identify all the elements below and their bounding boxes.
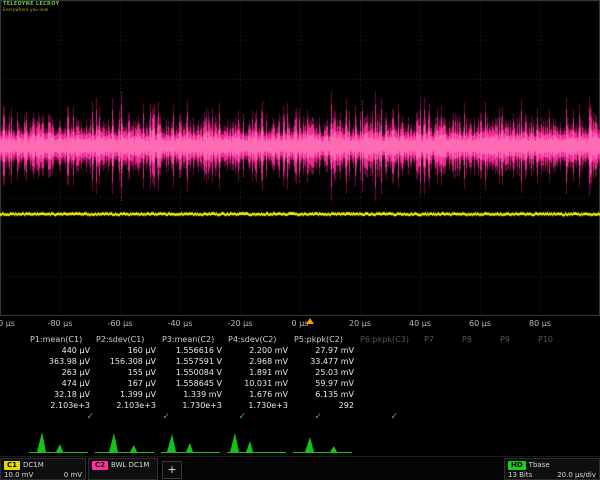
timebase-label: Tbase [529, 461, 550, 469]
param-value: 1.556616 V [160, 346, 226, 355]
param-value: 155 µV [94, 368, 160, 377]
time-axis-label: -60 µs [108, 319, 133, 328]
c2-chip: C2 [92, 461, 108, 470]
param-histicon [226, 429, 288, 455]
channel-descriptor-c1[interactable]: C1 DC1M 10.0 mV 0 mV [0, 458, 86, 480]
param-value: 1.339 mV [160, 390, 226, 399]
param-stat-row: 2.103e+32.103e+31.730e+31.730e+3292 [0, 400, 600, 411]
param-value: 1.676 mV [226, 390, 292, 399]
param-header[interactable]: P1:mean(C1) [28, 335, 94, 344]
param-value: 10.031 mV [226, 379, 292, 388]
param-value: 440 µV [28, 346, 94, 355]
param-header[interactable]: P5:pkpk(C2) [292, 335, 358, 344]
param-status-check: ✓ [332, 412, 408, 422]
timebase-descriptor[interactable]: HD Tbase 13 Bits 20.0 µs/div [504, 458, 600, 480]
param-header-inactive[interactable]: P8 [460, 335, 498, 344]
time-axis-label: 80 µs [529, 319, 551, 328]
param-value: 1.730e+3 [160, 401, 226, 410]
param-stat-row: 32.18 µV1.399 µV1.339 mV1.676 mV6.135 mV [0, 389, 600, 400]
time-axis-label: -40 µs [168, 319, 193, 328]
param-status-check: ✓ [104, 412, 180, 422]
c2-descriptor-header: C2 BWL DC1M [92, 460, 154, 470]
time-axis: -100 µs-80 µs-60 µs-40 µs-20 µs0 µs20 µs… [0, 317, 600, 331]
c1-chip: C1 [4, 461, 20, 470]
param-value: 33.477 mV [292, 357, 358, 366]
param-status-check: ✓ [180, 412, 256, 422]
param-header-row: P1:mean(C1)P2:sdev(C1)P3:mean(C2)P4:sdev… [0, 334, 600, 345]
brand-line2: Everywhere you look [3, 8, 60, 13]
add-trace-button[interactable]: + [162, 461, 182, 479]
timebase-header: HD Tbase [508, 460, 596, 470]
param-header-inactive[interactable]: P9 [498, 335, 536, 344]
param-histicon [28, 429, 90, 455]
waveform-grid[interactable] [0, 0, 600, 316]
param-value: 1.557591 V [160, 357, 226, 366]
time-axis-label: -100 µs [0, 319, 15, 328]
param-histicon [292, 429, 354, 455]
c2-coupling: BWL DC1M [111, 461, 149, 469]
param-value: 25.03 mV [292, 368, 358, 377]
hd-badge: HD [508, 461, 526, 470]
param-value: 6.135 mV [292, 390, 358, 399]
histicon-row [0, 428, 600, 456]
param-value: 263 µV [28, 368, 94, 377]
param-value: 363.98 µV [28, 357, 94, 366]
param-value: 1.730e+3 [226, 401, 292, 410]
param-value: 167 µV [94, 379, 160, 388]
param-histicon [94, 429, 156, 455]
param-value: 1.891 mV [226, 368, 292, 377]
time-axis-label: 40 µs [409, 319, 431, 328]
param-status-check: ✓ [256, 412, 332, 422]
param-stat-row: 474 µV167 µV1.558645 V10.031 mV59.97 mV [0, 378, 600, 389]
param-value: 59.97 mV [292, 379, 358, 388]
param-value: 2.968 mV [226, 357, 292, 366]
param-histicon [160, 429, 222, 455]
param-header-inactive[interactable]: P10 [536, 335, 574, 344]
param-value: 292 [292, 401, 358, 410]
param-value: 27.97 mV [292, 346, 358, 355]
param-value: 160 µV [94, 346, 160, 355]
timebase-bits: 13 Bits [508, 471, 532, 479]
timebase-scale: 20.0 µs/div [557, 471, 596, 479]
param-stat-row: 363.98 µV156.308 µV1.557591 V2.968 mV33.… [0, 356, 600, 367]
bottom-bar: C1 DC1M 10.0 mV 0 mV C2 BWL DC1M + HD Tb… [0, 456, 600, 480]
param-value: 1.550084 V [160, 368, 226, 377]
param-header[interactable]: P3:mean(C2) [160, 335, 226, 344]
c1-offset: 0 mV [64, 471, 82, 479]
channel-descriptor-c2[interactable]: C2 BWL DC1M [88, 458, 158, 480]
time-axis-label: 60 µs [469, 319, 491, 328]
param-status-row: ✓✓✓✓✓ [0, 411, 600, 422]
param-value: 1.558645 V [160, 379, 226, 388]
brand-logo: TELEDYNE LECROY Everywhere you look [3, 2, 60, 12]
time-axis-label: -20 µs [228, 319, 253, 328]
param-value: 156.308 µV [94, 357, 160, 366]
time-axis-label: 20 µs [349, 319, 371, 328]
param-stat-row: 263 µV155 µV1.550084 V1.891 mV25.03 mV [0, 367, 600, 378]
timebase-values: 13 Bits 20.0 µs/div [508, 470, 596, 480]
param-header[interactable]: P4:sdev(C2) [226, 335, 292, 344]
param-header-inactive[interactable]: P7 [422, 335, 460, 344]
c1-scale: 10.0 mV [4, 471, 33, 479]
measurement-table: P1:mean(C1)P2:sdev(C1)P3:mean(C2)P4:sdev… [0, 334, 600, 422]
param-status-check: ✓ [28, 412, 104, 422]
param-value: 32.18 µV [28, 390, 94, 399]
trigger-time-marker[interactable] [306, 318, 314, 324]
param-value: 2.200 mV [226, 346, 292, 355]
param-header[interactable]: P2:sdev(C1) [94, 335, 160, 344]
param-value: 1.399 µV [94, 390, 160, 399]
c1-coupling: DC1M [23, 461, 44, 469]
param-header-inactive[interactable]: P6:pkpk(C3) [358, 335, 422, 344]
param-value: 2.103e+3 [28, 401, 94, 410]
c1-descriptor-values: 10.0 mV 0 mV [4, 470, 82, 480]
time-axis-label: -80 µs [48, 319, 73, 328]
param-value: 474 µV [28, 379, 94, 388]
param-stat-row: 440 µV160 µV1.556616 V2.200 mV27.97 mV [0, 345, 600, 356]
param-value: 2.103e+3 [94, 401, 160, 410]
oscilloscope-screen: TELEDYNE LECROY Everywhere you look -100… [0, 0, 600, 480]
c1-descriptor-header: C1 DC1M [4, 460, 82, 470]
